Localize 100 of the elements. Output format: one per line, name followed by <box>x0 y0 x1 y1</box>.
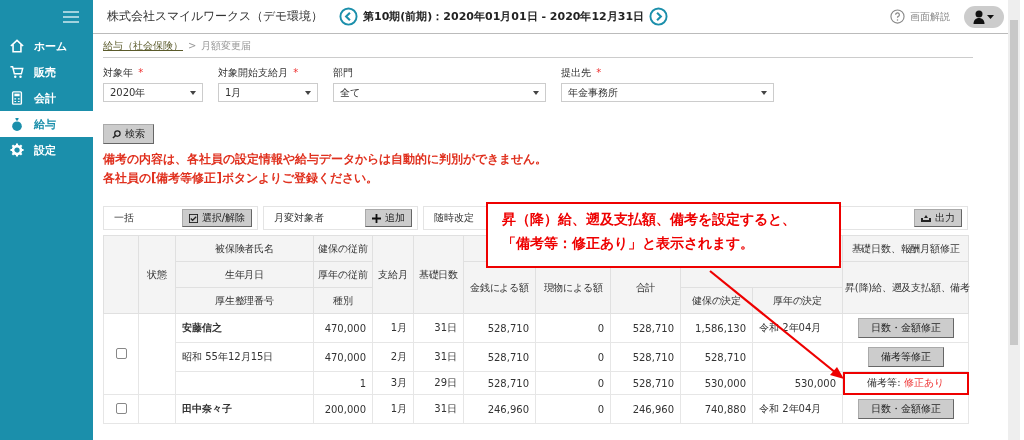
table-cell: 0 <box>597 403 604 415</box>
nav-item[interactable]: ホーム <box>0 33 93 59</box>
table-cell: 530,000 <box>794 377 836 389</box>
table-cell: 528,710 <box>487 351 529 363</box>
table-cell: 528,710 <box>487 377 529 389</box>
required-mark: * <box>138 67 144 78</box>
previous-period-icon[interactable] <box>339 7 358 26</box>
table-cell: 470,000 <box>324 351 366 363</box>
required-mark: * <box>293 67 299 78</box>
filter-label: 対象開始支給月 <box>218 67 288 78</box>
table-cell: 0 <box>597 377 604 389</box>
required-mark: * <box>596 67 602 78</box>
menu-icon[interactable] <box>63 10 79 23</box>
dropdown[interactable]: 全て <box>333 83 546 102</box>
table-cell: 528,710 <box>487 322 529 334</box>
scrollbar-thumb[interactable] <box>1010 20 1018 345</box>
nav-item[interactable]: 会計 <box>0 85 93 111</box>
user-icon <box>973 9 995 24</box>
checkbox-icon <box>188 213 198 223</box>
row-checkbox[interactable] <box>115 347 127 359</box>
search-button[interactable]: 検索 <box>103 124 154 144</box>
table-cell: 31日 <box>434 351 457 362</box>
table-cell: 3月 <box>390 377 407 388</box>
nav-item[interactable]: 販売 <box>0 59 93 85</box>
search-icon <box>112 129 121 139</box>
table-cell: 528,710 <box>632 322 674 334</box>
caret-icon <box>190 90 196 95</box>
column-header: 厚生整理番号 <box>175 287 314 314</box>
tray-icon <box>921 214 931 222</box>
table-cell: 1月 <box>390 322 407 333</box>
cart-icon <box>10 65 24 79</box>
notice-text: 各社員の[備考等修正]ボタンよりご登録ください。 <box>103 171 379 186</box>
notice-text: 備考の内容は、各社員の設定情報や給与データからは自動的に判別ができません。 <box>103 152 548 167</box>
table-cell: 470,000 <box>324 322 366 334</box>
table-cell: 0 <box>597 351 604 363</box>
column-header: 生年月日 <box>175 261 314 288</box>
caret-icon <box>761 90 767 95</box>
table-cell: 530,000 <box>704 377 746 389</box>
table-cell: 528,710 <box>632 377 674 389</box>
toolbar-label: 随時改定 <box>434 211 474 225</box>
table-cell: 0 <box>597 322 604 334</box>
next-period-icon[interactable] <box>649 7 669 26</box>
export-button[interactable]: 出力 <box>914 209 962 227</box>
help-link[interactable]: 画面解説 <box>910 9 950 24</box>
row-checkbox[interactable] <box>115 402 127 414</box>
column-header: 健保の従前 <box>313 235 373 262</box>
plus-icon <box>372 213 381 223</box>
user-menu-button[interactable] <box>964 5 1004 28</box>
row-action-button[interactable]: 日数・金額修正 <box>857 399 954 419</box>
calculator-icon <box>10 91 24 105</box>
toolbar-button[interactable]: 選択/解除 <box>181 209 252 227</box>
toolbar-button[interactable]: 追加 <box>365 209 412 227</box>
table-cell: 1月 <box>390 403 407 414</box>
dropdown[interactable]: 2020年 <box>103 83 203 102</box>
settings-icon <box>10 143 24 157</box>
table-cell: 昭和 55年12月15日 <box>182 351 274 362</box>
row-action-button[interactable]: 日数・金額修正 <box>857 318 954 338</box>
breadcrumb-separator: > <box>188 40 197 51</box>
table-cell: 31日 <box>434 322 457 333</box>
toolbar-label: 一括 <box>114 211 134 225</box>
column-header: 状態 <box>138 235 176 314</box>
filter-label: 対象年 <box>103 67 133 78</box>
nav-item[interactable]: 設定 <box>0 137 93 163</box>
table-cell: 安藤信之 <box>182 322 222 333</box>
filter-label: 部門 <box>333 67 353 78</box>
toolbar-label: 月変対象者 <box>274 211 324 225</box>
column-header: 被保険者氏名 <box>175 235 314 262</box>
callout-text: 昇（降）給、遡及支払額、備考を設定すると、 <box>502 211 797 229</box>
scrollbar[interactable] <box>1008 0 1020 440</box>
table-cell: 2月 <box>390 351 407 362</box>
caret-icon <box>305 90 311 95</box>
home-icon <box>10 39 24 53</box>
table-cell: 31日 <box>434 403 457 414</box>
column-header: 支給月 <box>372 235 414 314</box>
callout-text: 「備考等：修正あり」と表示されます。 <box>502 235 755 253</box>
table-cell: 29日 <box>434 377 457 388</box>
table-cell: 246,960 <box>632 403 674 415</box>
column-header: 基礎日数 <box>413 235 464 314</box>
table-cell: 528,710 <box>704 351 746 363</box>
caret-icon <box>533 90 539 95</box>
filter-label: 提出先 <box>561 67 591 78</box>
breadcrumb-link[interactable]: 給与（社会保険） <box>103 38 183 53</box>
column-header: 昇(降)給、遡及支払額、備考 <box>842 261 969 314</box>
table-cell: 1 <box>359 377 366 389</box>
nav-item[interactable]: 給与 <box>0 111 93 137</box>
table-cell: 令和 2年04月 <box>759 403 822 414</box>
table-cell: 740,880 <box>704 403 746 415</box>
column-header: 基礎日数、報酬月額修正 <box>842 235 969 262</box>
dropdown[interactable]: 年金事務所 <box>561 83 774 102</box>
row-action-button[interactable]: 備考等修正 <box>867 347 944 367</box>
breadcrumb-current: 月額変更届 <box>201 38 252 53</box>
table-cell: 1,586,130 <box>695 322 746 334</box>
fiscal-period: 第10期(前期)：2020年01月01日 - 2020年12月31日 <box>363 9 645 24</box>
company-name: 株式会社スマイルワークス（デモ環境） <box>107 8 324 25</box>
table-cell: 200,000 <box>324 403 366 415</box>
help-icon[interactable] <box>890 9 905 24</box>
remarks-status-value: 修正あり <box>903 377 944 388</box>
remarks-status-label: 備考等: <box>867 377 901 388</box>
table-cell: 田中奈々子 <box>182 403 232 414</box>
dropdown[interactable]: 1月 <box>218 83 318 102</box>
